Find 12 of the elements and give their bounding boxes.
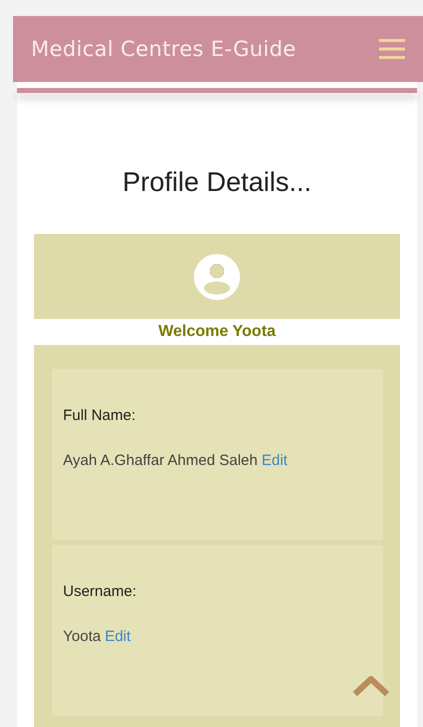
scroll-top-chevron-icon[interactable] bbox=[352, 674, 390, 698]
field-value: Yoota bbox=[63, 628, 101, 645]
field-label: Username: bbox=[63, 583, 138, 600]
user-avatar-icon bbox=[194, 254, 240, 300]
welcome-message: Welcome Yoota bbox=[34, 319, 400, 345]
field-label: Full Name: bbox=[63, 407, 137, 424]
app-title: Medical Centres E-Guide bbox=[31, 37, 296, 61]
menu-icon[interactable] bbox=[379, 38, 405, 60]
field-value: Ayah A.Ghaffar Ahmed Saleh bbox=[63, 452, 258, 469]
edit-link[interactable]: Edit bbox=[262, 452, 288, 469]
page-title: Profile Details... bbox=[121, 167, 313, 198]
edit-link[interactable]: Edit bbox=[104, 628, 131, 645]
